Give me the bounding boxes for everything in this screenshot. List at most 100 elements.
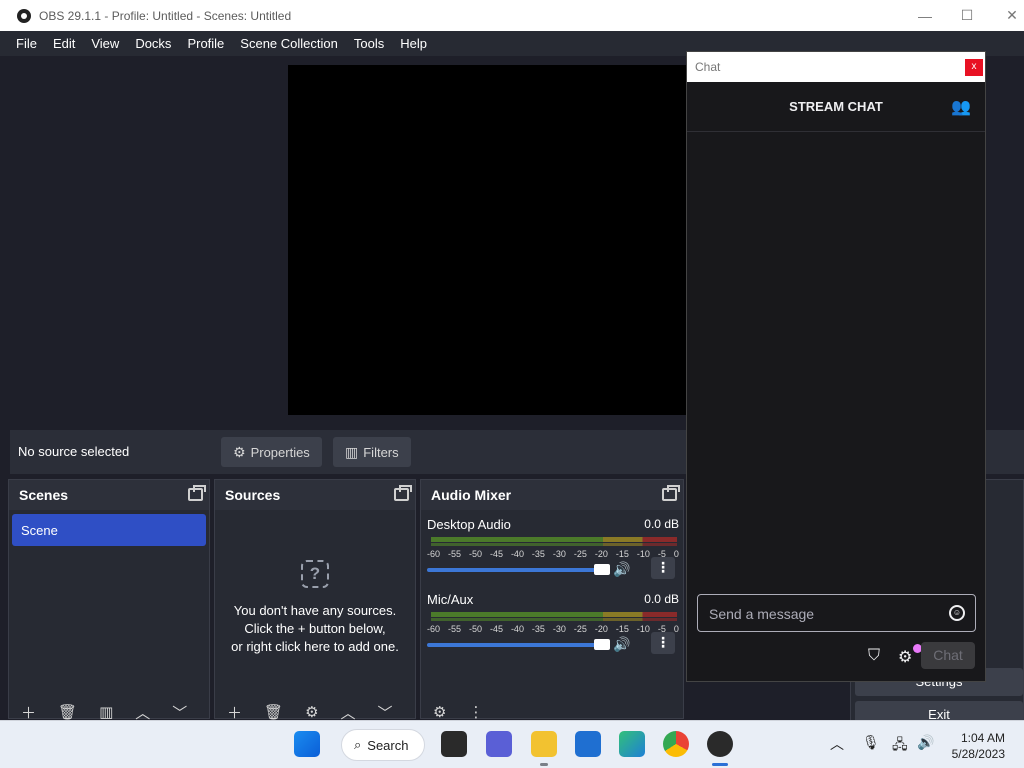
volume-slider-thumb[interactable] <box>594 639 610 650</box>
menu-view[interactable]: View <box>83 36 127 51</box>
menu-profile[interactable]: Profile <box>179 36 232 51</box>
maximize-button[interactable]: ☐ <box>945 0 989 31</box>
scene-list-item[interactable]: Scene <box>12 514 206 546</box>
properties-button[interactable]: ⚙ Properties <box>221 437 322 467</box>
audio-mixer-dock-header: Audio Mixer <box>421 480 683 510</box>
undock-icon[interactable] <box>188 485 206 501</box>
chat-send-button[interactable]: Chat <box>921 642 975 669</box>
volume-slider-thumb[interactable] <box>594 564 610 575</box>
chat-titlebar: Chat x <box>687 52 985 82</box>
menu-scene-collection[interactable]: Scene Collection <box>232 36 346 51</box>
channel-db: 0.0 dB <box>644 592 679 606</box>
advanced-audio-button[interactable]: ⚙ <box>433 703 446 721</box>
empty-sources-line-3: or right click here to add one. <box>231 639 399 654</box>
tick-label: -10 <box>636 549 650 559</box>
edge-icon[interactable] <box>619 731 645 757</box>
chat-close-button[interactable]: x <box>965 59 983 76</box>
active-indicator <box>712 763 728 766</box>
source-properties-button[interactable]: ⚙ <box>305 703 318 721</box>
volume-meter <box>431 537 677 542</box>
remove-source-button[interactable]: 🗑 <box>264 703 283 721</box>
remove-scene-button[interactable]: 🗑 <box>58 703 77 721</box>
tick-label: -25 <box>573 549 587 559</box>
menu-help[interactable]: Help <box>392 36 435 51</box>
taskbar-search[interactable]: ⌕ Search <box>341 729 425 761</box>
emoji-icon[interactable]: ☺ <box>949 605 965 621</box>
users-icon[interactable]: 👥 <box>951 97 971 117</box>
chevron-up-icon[interactable]: ︿ <box>830 734 844 754</box>
clock[interactable]: 1:04 AM 5/28/2023 <box>952 730 1005 762</box>
menu-edit[interactable]: Edit <box>45 36 83 51</box>
meter-ticks: -60 -55 -50 -45 -40 -35 -30 -25 -20 -15 -10 -5 0 <box>427 549 679 559</box>
meter-ticks: -60 -55 -50 -45 -40 -35 -30 -25 -20 -15 -10 -5 0 <box>427 624 679 634</box>
undock-icon[interactable] <box>394 485 412 501</box>
scene-filters-button[interactable]: ▥ <box>99 703 113 721</box>
clock-time: 1:04 AM <box>960 731 1005 745</box>
chat-window: Chat x STREAM CHAT 👥 Send a message ☺ ⛉ … <box>686 51 986 682</box>
preview-canvas[interactable] <box>288 65 686 415</box>
minimize-button[interactable]: — <box>903 0 947 31</box>
channel-name: Mic/Aux <box>427 592 474 607</box>
microphone-icon[interactable]: 🎙 <box>862 734 880 751</box>
mixer-menu-button[interactable]: ⋮ <box>468 703 483 721</box>
volume-slider[interactable] <box>427 639 610 650</box>
speaker-icon[interactable]: 🔊 <box>613 561 630 578</box>
taskbar: ⌕ Search ︿ 🎙 🖧 🔊 1:04 AM 5/28/2023 <box>0 720 1024 768</box>
audio-mixer-dock: Audio Mixer Desktop Audio 0.0 dB -60 -55-… <box>420 479 684 721</box>
channel-menu-button[interactable]: ⋮ <box>651 557 675 579</box>
chrome-icon[interactable] <box>663 731 689 757</box>
tick-label: -20 <box>594 549 608 559</box>
network-icon[interactable]: 🖧 <box>892 734 908 758</box>
chat-heading: STREAM CHAT <box>789 99 883 114</box>
sources-dock[interactable]: Sources ? You don't have any sources. Cl… <box>214 479 416 722</box>
properties-label: Properties <box>250 444 310 460</box>
taskbar-search-label: Search <box>367 737 409 753</box>
volume-icon[interactable]: 🔊 <box>917 734 934 751</box>
sources-dock-header: Sources <box>215 480 415 510</box>
start-icon[interactable] <box>294 731 320 757</box>
menu-docks[interactable]: Docks <box>127 36 179 51</box>
tick-label: -15 <box>615 624 629 634</box>
tick-label: -60 <box>427 549 441 559</box>
channel-name: Desktop Audio <box>427 517 511 532</box>
tick-label: -40 <box>510 549 524 559</box>
scenes-title: Scenes <box>19 487 69 503</box>
bits-icon[interactable]: ⛉ <box>868 647 880 665</box>
chat-app-icon[interactable] <box>486 731 512 757</box>
volume-meter-peak <box>431 543 677 546</box>
tick-label: -25 <box>573 624 587 634</box>
empty-sources-line-1: You don't have any sources. <box>233 603 397 618</box>
gear-icon: ⚙ <box>233 443 246 460</box>
chat-window-title: Chat <box>695 60 721 74</box>
window-title: OBS 29.1.1 - Profile: Untitled - Scenes:… <box>39 8 292 23</box>
channel-db: 0.0 dB <box>644 517 679 531</box>
obs-taskbar-icon[interactable] <box>707 731 733 757</box>
close-button[interactable]: ✕ <box>990 0 1024 31</box>
menu-file[interactable]: File <box>8 36 45 51</box>
volume-slider[interactable] <box>427 564 610 575</box>
chat-settings-icon[interactable]: ⚙ <box>898 647 912 667</box>
chat-message-input[interactable]: Send a message ☺ <box>697 594 976 632</box>
tick-label: -35 <box>531 549 545 559</box>
filters-button[interactable]: ▥ Filters <box>333 437 411 467</box>
running-indicator <box>540 763 548 766</box>
channel-menu-button[interactable]: ⋮ <box>651 632 675 654</box>
store-icon[interactable] <box>575 731 601 757</box>
clock-date: 5/28/2023 <box>951 747 1005 761</box>
speaker-icon[interactable]: 🔊 <box>613 636 630 653</box>
chat-input-placeholder: Send a message <box>709 606 815 622</box>
task-view-icon[interactable] <box>441 731 467 757</box>
undock-icon[interactable] <box>662 485 680 501</box>
tick-label: -55 <box>447 549 461 559</box>
empty-sources-line-2: Click the + button below, <box>244 621 386 636</box>
chat-header: STREAM CHAT 👥 <box>687 82 985 132</box>
tick-label: -10 <box>636 624 650 634</box>
tick-label: -45 <box>489 624 503 634</box>
obs-logo-icon <box>17 8 31 23</box>
file-explorer-icon[interactable] <box>531 731 557 757</box>
window-titlebar: OBS 29.1.1 - Profile: Untitled - Scenes:… <box>0 0 1024 31</box>
tick-label: -50 <box>468 549 482 559</box>
tick-label: -50 <box>468 624 482 634</box>
menu-tools[interactable]: Tools <box>346 36 392 51</box>
tick-label: -45 <box>489 549 503 559</box>
